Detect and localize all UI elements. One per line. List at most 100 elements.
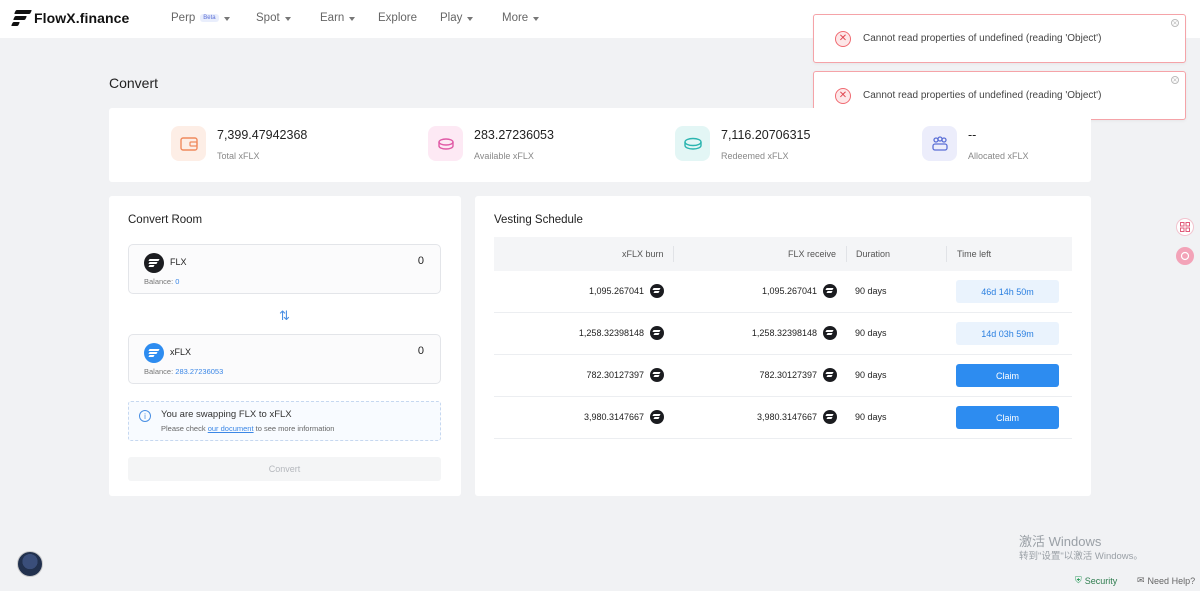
flx-token-icon: [650, 368, 664, 382]
flx-token-icon: [823, 410, 837, 424]
chevron-down-icon: [467, 16, 474, 21]
security-label: Security: [1084, 575, 1118, 586]
error-icon: ✕: [835, 88, 851, 104]
error-toast: ✕ Cannot read properties of undefined (r…: [813, 14, 1186, 63]
flx-receive-cell: 1,095.267041: [761, 286, 817, 296]
balance-value[interactable]: 283.27236053: [175, 367, 223, 376]
windows-watermark-sub: 转到"设置"以激活 Windows。: [1019, 551, 1143, 562]
info-line2-pre: Please check: [161, 424, 206, 433]
col-time-left: Time left: [957, 249, 992, 259]
shield-icon: ⛨: [1075, 575, 1082, 585]
stat-value: 7,116.20706315: [721, 128, 811, 142]
need-help-link[interactable]: ✉ Need Help?: [1137, 575, 1195, 586]
header-divider: [673, 246, 674, 262]
nav-perp-label: Perp: [171, 12, 196, 24]
brand-name: FlowX.finance: [34, 10, 130, 26]
balance-label: Balance:: [144, 367, 174, 376]
assistant-icon[interactable]: [1176, 247, 1194, 265]
stat-label: Redeemed xFLX: [721, 151, 789, 161]
vesting-schedule-title: Vesting Schedule: [494, 214, 583, 226]
from-token-name: FLX: [170, 257, 187, 267]
table-row: 1,095.267041 1,095.267041 90 days 46d 14h 5…: [494, 271, 1072, 313]
flx-token-icon: [823, 326, 837, 340]
col-flx-receive: FLX receive: [788, 249, 837, 259]
flx-token-icon: [650, 410, 664, 424]
flx-token-icon: [650, 284, 664, 298]
header-divider: [846, 246, 847, 262]
col-duration: Duration: [856, 249, 891, 259]
close-icon[interactable]: ✕: [1171, 76, 1179, 84]
chevron-down-icon: [284, 16, 291, 21]
flx-receive-cell: 782.30127397: [759, 370, 817, 380]
table-header: xFLX burn FLX receive Duration Time left: [494, 237, 1072, 271]
stat-value: --: [968, 128, 977, 142]
apps-icon[interactable]: [1176, 218, 1194, 236]
stat-total-xflx: 7,399.47942368 Total xFLX: [171, 126, 307, 161]
to-balance: Balance: 283.27236053: [144, 367, 223, 376]
flx-receive-cell: 1,258.32398148: [751, 328, 817, 338]
nav-more-label: More: [502, 12, 529, 24]
claim-button[interactable]: Claim: [956, 364, 1059, 387]
convert-room-title: Convert Room: [128, 214, 203, 226]
xflx-burn-cell: 782.30127397: [586, 370, 644, 380]
flx-token-icon: [823, 284, 837, 298]
claim-button[interactable]: Claim: [956, 406, 1059, 429]
duration-cell: 90 days: [855, 286, 887, 296]
balance-value[interactable]: 0: [175, 277, 179, 286]
stat-label: Total xFLX: [217, 151, 260, 161]
flx-token-icon: [823, 368, 837, 382]
from-amount-input[interactable]: 0: [418, 255, 424, 267]
info-icon: i: [139, 410, 151, 422]
to-token-box[interactable]: xFLX 0 Balance: 283.27236053: [128, 334, 441, 384]
nav-earn-label: Earn: [320, 12, 345, 24]
duration-cell: 90 days: [855, 370, 887, 380]
header-divider: [946, 246, 947, 262]
flx-receive-cell: 3,980.3147667: [756, 412, 817, 422]
nav-spot[interactable]: Spot: [256, 12, 291, 24]
chevron-down-icon: [223, 16, 230, 21]
col-xflx-burn: xFLX burn: [622, 249, 664, 259]
chevron-down-icon: [533, 16, 540, 21]
document-link[interactable]: our document: [208, 424, 254, 433]
nav-play[interactable]: Play: [440, 12, 474, 24]
nav-play-label: Play: [440, 12, 463, 24]
duration-cell: 90 days: [855, 328, 887, 338]
swap-direction-icon[interactable]: ⇅: [279, 308, 290, 324]
xflx-burn-cell: 1,095.267041: [588, 286, 644, 296]
stat-value: 7,399.47942368: [217, 128, 308, 142]
wallet-icon: [171, 126, 206, 161]
stat-label: Allocated xFLX: [968, 151, 1029, 161]
info-line2-post: to see more information: [255, 424, 335, 433]
error-icon: ✕: [835, 31, 851, 47]
nav-earn[interactable]: Earn: [320, 12, 356, 24]
info-banner: i You are swapping FLX to xFLX Please ch…: [128, 401, 441, 441]
stat-redeemed-xflx: 7,116.20706315 Redeemed xFLX: [675, 126, 810, 161]
table-row: 782.30127397 782.30127397 90 days Claim: [494, 355, 1072, 397]
allocation-icon: [922, 126, 957, 161]
chat-icon: ✉: [1137, 575, 1145, 585]
avatar[interactable]: [17, 551, 43, 577]
balance-label: Balance:: [144, 277, 174, 286]
table-row: 3,980.3147667 3,980.3147667 90 days Claim: [494, 397, 1072, 439]
need-help-label: Need Help?: [1147, 575, 1196, 586]
nav-perp[interactable]: Perp Beta: [171, 12, 230, 24]
nav-explore[interactable]: Explore: [378, 12, 417, 24]
xflx-token-icon: [144, 343, 164, 363]
flowx-logo-icon: [11, 10, 32, 26]
brand-logo[interactable]: FlowX.finance: [11, 10, 130, 26]
time-left-badge: 14d 03h 59m: [956, 322, 1059, 345]
from-token-box[interactable]: FLX 0 Balance: 0: [128, 244, 441, 294]
beta-badge: Beta: [200, 14, 219, 22]
info-line2: Please check our document to see more in…: [161, 424, 334, 433]
to-amount-input[interactable]: 0: [418, 345, 424, 357]
xflx-burn-cell: 3,980.3147667: [583, 412, 644, 422]
security-link[interactable]: ⛨ Security: [1075, 575, 1117, 586]
info-line1: You are swapping FLX to xFLX: [161, 409, 292, 420]
convert-button[interactable]: Convert: [128, 457, 441, 481]
coin-stack-icon: [675, 126, 710, 161]
close-icon[interactable]: ✕: [1171, 19, 1179, 27]
nav-spot-label: Spot: [256, 12, 280, 24]
convert-room-card: Convert Room FLX 0 Balance: 0 ⇅ xFLX 0 B…: [109, 196, 461, 496]
nav-more[interactable]: More: [502, 12, 540, 24]
time-left-badge: 46d 14h 50m: [956, 280, 1059, 303]
